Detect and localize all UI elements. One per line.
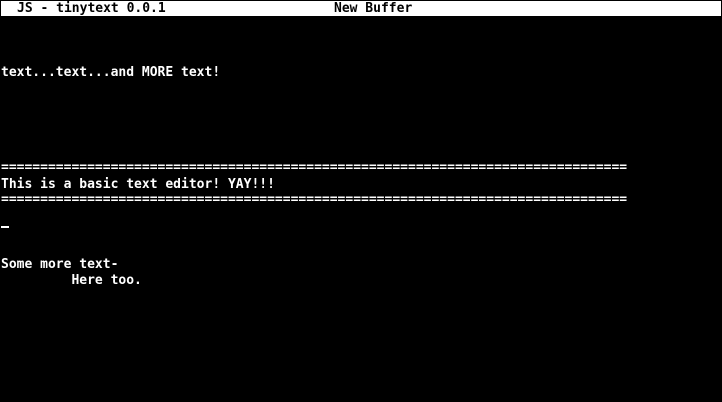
divider-top: ========================================… [1,160,628,175]
banner-line[interactable]: This is a basic text editor! YAY!!! [1,177,275,193]
text-line[interactable]: text...text...and MORE text! [1,65,220,81]
title-bar: JS - tinytext 0.0.1 New Buffer [1,1,721,16]
app-title: JS - tinytext 0.0.1 [17,1,166,16]
text-line[interactable]: Some more text- [1,257,118,273]
buffer-name: New Buffer [334,1,413,16]
divider-bottom: ========================================… [1,192,628,207]
terminal-screen[interactable]: JS - tinytext 0.0.1 New Buffer text...te… [0,0,722,402]
text-cursor [1,226,9,228]
text-line[interactable]: Here too. [1,273,141,289]
